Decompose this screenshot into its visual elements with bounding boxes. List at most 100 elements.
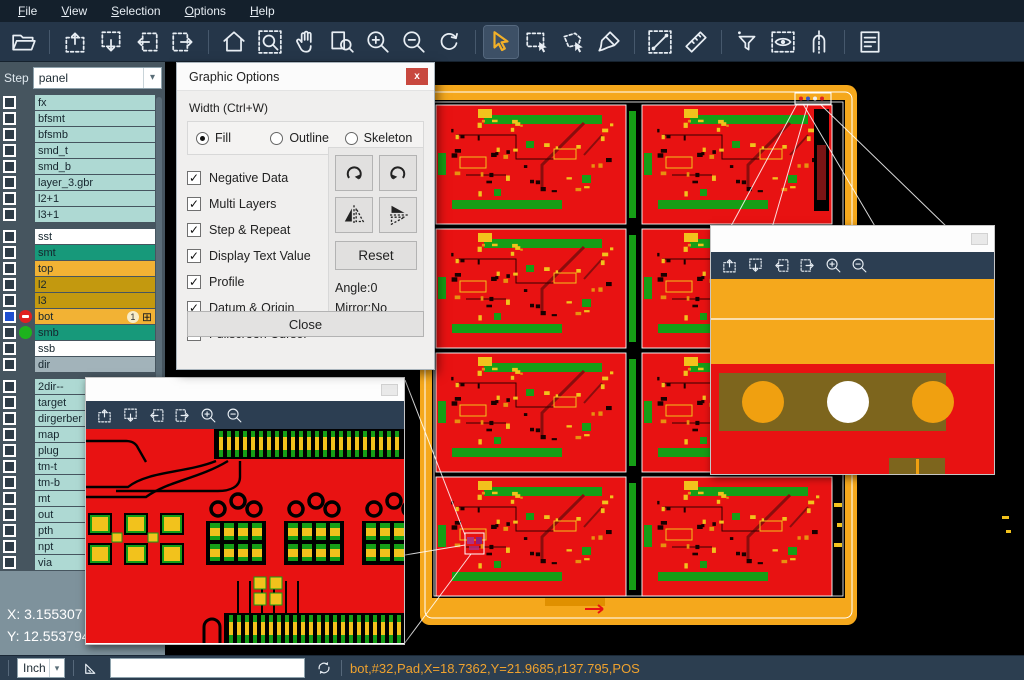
layer-row-bot[interactable]: bot1⊞ bbox=[0, 309, 165, 324]
layer-name-cell[interactable]: ssb bbox=[35, 341, 155, 356]
layer-checkbox[interactable] bbox=[3, 444, 16, 457]
close-icon[interactable]: x bbox=[406, 68, 428, 85]
layer-checkbox[interactable] bbox=[3, 112, 16, 125]
select-button[interactable] bbox=[484, 26, 518, 58]
pan-left-button[interactable] bbox=[148, 407, 165, 424]
pan-left-button[interactable] bbox=[773, 257, 790, 274]
zoom-in-button[interactable] bbox=[200, 407, 217, 424]
zoom-in-button[interactable] bbox=[825, 257, 842, 274]
refresh-icon[interactable] bbox=[315, 659, 333, 677]
layer-checkbox[interactable] bbox=[3, 230, 16, 243]
pan-up-button[interactable] bbox=[721, 257, 738, 274]
pan-right-button[interactable] bbox=[166, 26, 200, 58]
layer-checkbox[interactable] bbox=[3, 556, 16, 569]
layer-checkbox[interactable] bbox=[3, 540, 16, 553]
net-button[interactable] bbox=[802, 26, 836, 58]
checkbox-negative-data[interactable]: ✓Negative Data bbox=[187, 165, 325, 191]
layer-name-cell[interactable]: smd_t bbox=[35, 143, 155, 158]
magnifier-content[interactable] bbox=[711, 279, 994, 474]
layer-name-cell[interactable]: bfsmt bbox=[35, 111, 155, 126]
checkbox-step-repeat[interactable]: ✓Step & Repeat bbox=[187, 217, 325, 243]
checkbox-multi-layers[interactable]: ✓Multi Layers bbox=[187, 191, 325, 217]
radio-skeleton[interactable]: Skeleton bbox=[345, 131, 415, 145]
zoom-undo-button[interactable] bbox=[433, 26, 467, 58]
layer-name-cell[interactable]: top bbox=[35, 261, 155, 276]
reset-button[interactable]: Reset bbox=[335, 241, 417, 270]
layer-checkbox[interactable] bbox=[3, 342, 16, 355]
layer-name-cell[interactable]: dir bbox=[35, 357, 155, 372]
layer-name-cell[interactable]: l2 bbox=[35, 277, 155, 292]
pan-up-button[interactable] bbox=[96, 407, 113, 424]
layer-row-layer_3.gbr[interactable]: layer_3.gbr bbox=[0, 175, 165, 190]
filter-button[interactable] bbox=[730, 26, 764, 58]
layer-checkbox[interactable] bbox=[3, 524, 16, 537]
layer-row-dir[interactable]: dir bbox=[0, 357, 165, 372]
select-rect-button[interactable] bbox=[520, 26, 554, 58]
zoom-window-button[interactable] bbox=[253, 26, 287, 58]
menu-item-help[interactable]: Help bbox=[240, 2, 285, 20]
layer-name-cell[interactable]: bfsmb bbox=[35, 127, 155, 142]
pan-left-button[interactable] bbox=[130, 26, 164, 58]
layer-checkbox[interactable] bbox=[3, 208, 16, 221]
radio-fill[interactable]: Fill bbox=[196, 131, 266, 145]
layer-checkbox[interactable] bbox=[3, 326, 16, 339]
layer-name-cell[interactable]: sst bbox=[35, 229, 155, 244]
layer-row-smd_b[interactable]: smd_b bbox=[0, 159, 165, 174]
layer-checkbox[interactable] bbox=[3, 460, 16, 473]
layer-checkbox[interactable] bbox=[3, 412, 16, 425]
close-button[interactable]: Close bbox=[187, 311, 424, 337]
layer-row-ssb[interactable]: ssb bbox=[0, 341, 165, 356]
pan-hand-button[interactable] bbox=[289, 26, 323, 58]
layer-checkbox[interactable] bbox=[3, 160, 16, 173]
pan-down-button[interactable] bbox=[94, 26, 128, 58]
angle-mode-icon[interactable] bbox=[82, 659, 100, 677]
pan-up-button[interactable] bbox=[58, 26, 92, 58]
layer-name-cell[interactable]: fx bbox=[35, 95, 155, 110]
magnifier-window-corner[interactable] bbox=[710, 225, 995, 475]
layer-checkbox[interactable] bbox=[3, 310, 16, 323]
window-button[interactable] bbox=[971, 233, 988, 245]
layer-checkbox[interactable] bbox=[3, 476, 16, 489]
rotate-cw-button[interactable] bbox=[335, 155, 373, 191]
layer-name-cell[interactable]: l3 bbox=[35, 293, 155, 308]
layer-checkbox[interactable] bbox=[3, 492, 16, 505]
layer-checkbox[interactable] bbox=[3, 428, 16, 441]
layer-row-fx[interactable]: fx bbox=[0, 95, 165, 110]
pan-down-button[interactable] bbox=[122, 407, 139, 424]
zoom-out-button[interactable] bbox=[397, 26, 431, 58]
open-button[interactable] bbox=[7, 26, 41, 58]
checkbox-display-text-value[interactable]: ✓Display Text Value bbox=[187, 243, 325, 269]
menu-item-view[interactable]: View bbox=[51, 2, 97, 20]
eye-button[interactable] bbox=[766, 26, 800, 58]
magnifier-title-bar[interactable] bbox=[711, 226, 994, 252]
layer-row-l2+1[interactable]: l2+1 bbox=[0, 191, 165, 206]
zoom-object-button[interactable] bbox=[325, 26, 359, 58]
layer-row-smb[interactable]: smb bbox=[0, 325, 165, 340]
ruler-button[interactable] bbox=[679, 26, 713, 58]
layer-row-smd_t[interactable]: smd_t bbox=[0, 143, 165, 158]
layer-checkbox[interactable] bbox=[3, 396, 16, 409]
layer-row-bfsmb[interactable]: bfsmb bbox=[0, 127, 165, 142]
layer-checkbox[interactable] bbox=[3, 294, 16, 307]
layer-name-cell[interactable]: l2+1 bbox=[35, 191, 155, 206]
step-repeat-grid-icon[interactable]: ⊞ bbox=[142, 312, 152, 322]
layer-checkbox[interactable] bbox=[3, 262, 16, 275]
layer-checkbox[interactable] bbox=[3, 278, 16, 291]
menu-item-file[interactable]: File bbox=[8, 2, 47, 20]
zoom-out-button[interactable] bbox=[851, 257, 868, 274]
magnifier-title-bar[interactable] bbox=[86, 378, 404, 401]
layer-checkbox[interactable] bbox=[3, 96, 16, 109]
unit-select[interactable]: Inch ▾ bbox=[17, 658, 65, 678]
mirror-h-button[interactable] bbox=[379, 197, 417, 233]
layer-name-cell[interactable]: l3+1 bbox=[35, 207, 155, 222]
layer-name-cell[interactable]: smb bbox=[35, 325, 155, 340]
brush-button[interactable] bbox=[592, 26, 626, 58]
layer-checkbox[interactable] bbox=[3, 192, 16, 205]
home-button[interactable] bbox=[217, 26, 251, 58]
command-input[interactable] bbox=[110, 658, 305, 678]
layer-checkbox[interactable] bbox=[3, 380, 16, 393]
layer-row-l3+1[interactable]: l3+1 bbox=[0, 207, 165, 222]
checkbox-profile[interactable]: ✓Profile bbox=[187, 269, 325, 295]
layer-checkbox[interactable] bbox=[3, 176, 16, 189]
rotate-ccw-button[interactable] bbox=[379, 155, 417, 191]
